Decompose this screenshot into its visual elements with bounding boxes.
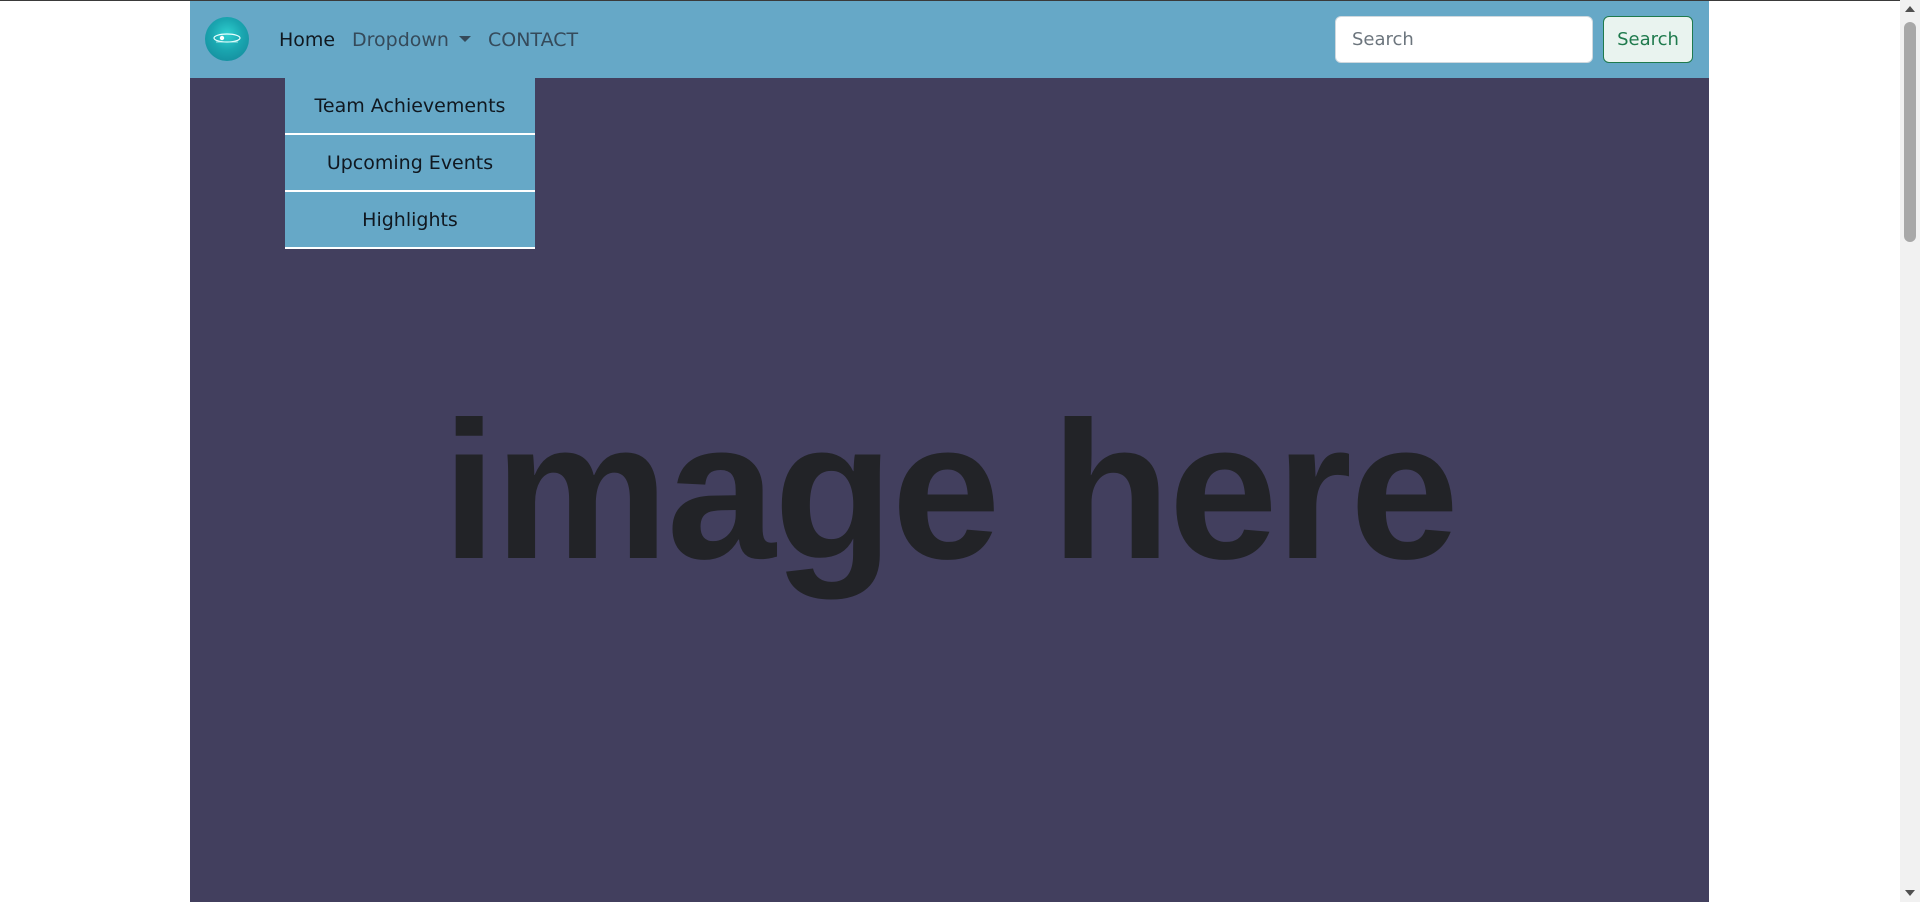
dropdown-item-upcoming-events[interactable]: Upcoming Events (285, 135, 535, 192)
search-input[interactable] (1335, 16, 1593, 63)
hero-image-placeholder: image here (442, 381, 1459, 600)
scroll-up-arrow-icon[interactable] (1905, 6, 1915, 12)
vertical-scrollbar[interactable] (1900, 0, 1920, 902)
scroll-thumb[interactable] (1904, 22, 1916, 242)
dropdown-item-team-achievements[interactable]: Team Achievements (285, 78, 535, 135)
nav-dropdown-label: Dropdown (352, 29, 449, 51)
scroll-down-arrow-icon[interactable] (1905, 890, 1915, 896)
navbar: Home Dropdown CONTACT Search (190, 1, 1709, 78)
caret-down-icon (458, 36, 471, 42)
nav-dropdown-toggle[interactable]: Dropdown (352, 28, 471, 52)
page-container: Home Dropdown CONTACT Search Team Achiev… (190, 1, 1709, 902)
dropdown-item-highlights[interactable]: Highlights (285, 192, 535, 249)
nav-link-home[interactable]: Home (279, 28, 335, 52)
logo-icon[interactable] (205, 17, 249, 61)
search-button[interactable]: Search (1603, 16, 1693, 63)
nav-link-contact[interactable]: CONTACT (488, 28, 578, 52)
dropdown-menu: Team Achievements Upcoming Events Highli… (285, 78, 535, 249)
